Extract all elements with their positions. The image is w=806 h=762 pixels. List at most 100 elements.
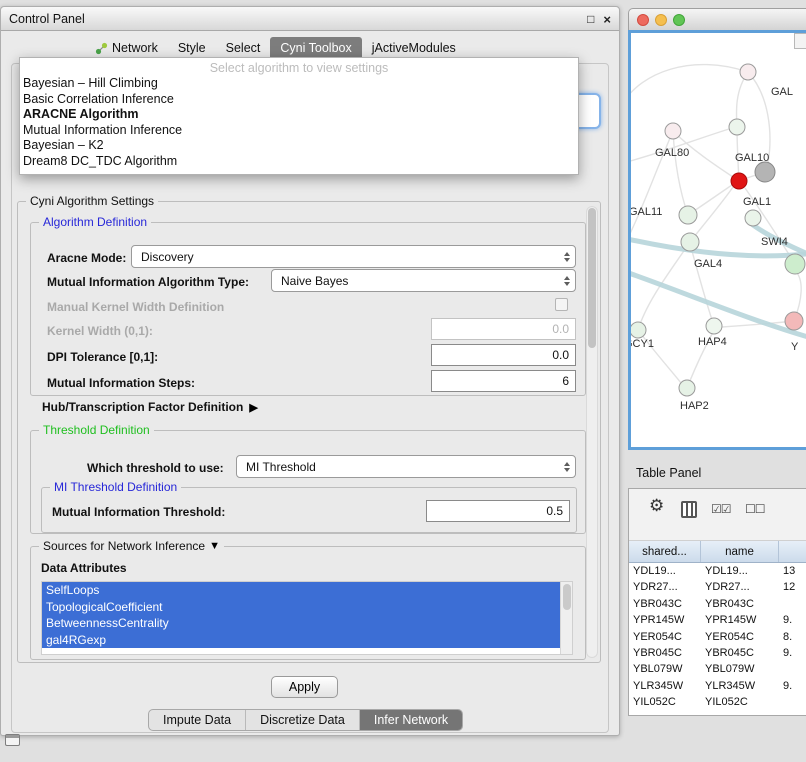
network-node-gal1[interactable]	[745, 210, 761, 226]
column-bar	[686, 503, 688, 516]
network-window-titlebar[interactable]	[628, 8, 806, 30]
column-bar	[691, 503, 693, 516]
close-icon[interactable]: ×	[603, 12, 611, 27]
network-node-gal4[interactable]	[681, 233, 699, 251]
stepper-up	[564, 276, 570, 280]
node-label: GAL	[771, 86, 793, 98]
collapsed-panel-icon[interactable]	[5, 734, 20, 746]
dpi-tolerance-field[interactable]: 0.0	[431, 344, 576, 366]
apply-button[interactable]: Apply	[271, 676, 338, 698]
table-cell: 9.	[779, 678, 806, 694]
kernel-width-field[interactable]: 0.0	[431, 318, 576, 340]
close-traffic-button[interactable]	[637, 14, 649, 26]
table-cell	[779, 694, 806, 710]
manual-kernel-checkbox[interactable]	[555, 298, 568, 311]
minimize-traffic-button[interactable]	[655, 14, 667, 26]
table-cell: 8.	[779, 629, 806, 645]
bottom-tab-discretize-data[interactable]: Discretize Data	[246, 710, 360, 730]
hub-section-toggle[interactable]: Hub/Transcription Factor Definition ▶	[42, 400, 258, 414]
mi-type-select[interactable]: Naive Bayes	[271, 269, 576, 292]
network-node-gcy1[interactable]	[631, 322, 646, 338]
algorithm-definition-title: Algorithm Definition	[39, 215, 151, 229]
attribute-item-selfloops[interactable]: SelfLoops	[42, 582, 560, 599]
minimize-icon[interactable]: □	[587, 12, 594, 26]
table-cell: YBR043C	[629, 596, 701, 612]
network-node[interactable]	[731, 173, 747, 189]
dpi-tolerance-label: DPI Tolerance [0,1]:	[47, 350, 158, 364]
table-cell: YBR045C	[701, 645, 779, 661]
network-node-gal11[interactable]	[679, 206, 697, 224]
algorithm-option-aracne-algorithm[interactable]: ARACNE Algorithm	[20, 107, 578, 123]
table-body: YDL19...YDL19...13YDR27...YDR27...12YBR0…	[629, 563, 806, 715]
mi-threshold-field[interactable]: 0.5	[426, 500, 570, 522]
node-label: GAL1	[743, 196, 771, 208]
table-cell: YER054C	[629, 629, 701, 645]
network-scrollbar-button[interactable]	[794, 33, 806, 49]
network-canvas[interactable]: GALGAL80GAL10GAL1GAL11SWI4GAL4GCY1HAP4YH…	[628, 30, 806, 450]
column-header-extra[interactable]	[779, 541, 806, 562]
algorithm-option-basic-correlation-inference[interactable]: Basic Correlation Inference	[20, 92, 578, 108]
control-panel-titlebar[interactable]: Control Panel □ ×	[1, 7, 619, 31]
stepper-up	[564, 462, 570, 466]
table-cell: YLR345W	[629, 678, 701, 694]
bottom-tab-infer-network[interactable]: Infer Network	[360, 710, 462, 730]
stepper-down	[564, 258, 570, 262]
table-cell: YPR145W	[701, 612, 779, 628]
algorithm-option-dream8-dc-tdc-algorithm[interactable]: Dream8 DC_TDC Algorithm	[20, 154, 578, 170]
mi-steps-field[interactable]: 6	[431, 370, 576, 392]
network-node-y[interactable]	[785, 312, 803, 330]
network-node-gal[interactable]	[740, 64, 756, 80]
table-row[interactable]: YBR043CYBR043C	[629, 596, 806, 612]
mi-type-value: Naive Bayes	[281, 274, 348, 288]
bottom-tab-bar: Impute DataDiscretize DataInfer Network	[148, 709, 463, 731]
network-node-hap4[interactable]	[706, 318, 722, 334]
network-node-swi4[interactable]	[785, 254, 805, 274]
table-cell: YBL079W	[701, 661, 779, 677]
network-node-gal10[interactable]	[729, 119, 745, 135]
network-node-hap2[interactable]	[679, 380, 695, 396]
table-row[interactable]: YLR345WYLR345W9.	[629, 678, 806, 694]
algorithm-option-bayesian-k2[interactable]: Bayesian – K2	[20, 138, 578, 154]
attribute-list-scrollbar[interactable]	[560, 582, 572, 654]
table-cell: YDR27...	[629, 579, 701, 595]
table-row[interactable]: YER054CYER054C8.	[629, 629, 806, 645]
deselect-columns-icon[interactable]: ☐☐	[745, 502, 765, 516]
columns-icon[interactable]	[681, 501, 697, 518]
table-row[interactable]: YDL19...YDL19...13	[629, 563, 806, 579]
table-toolbar: ⚙ ☑☑ ☐☐	[629, 489, 806, 541]
table-row[interactable]: YIL052CYIL052C	[629, 694, 806, 710]
table-row[interactable]: YPR145WYPR145W9.	[629, 612, 806, 628]
settings-scrollbar[interactable]	[586, 206, 598, 658]
algorithm-option-bayesian-hill-climbing[interactable]: Bayesian – Hill Climbing	[20, 76, 578, 92]
table-cell: YDL19...	[629, 563, 701, 579]
zoom-traffic-button[interactable]	[673, 14, 685, 26]
attribute-items: SelfLoopsTopologicalCoefficientBetweenne…	[42, 582, 572, 648]
attribute-item-gal4rgexp[interactable]: gal4RGexp	[42, 632, 560, 649]
attribute-item-topologicalcoefficient[interactable]: TopologicalCoefficient	[42, 599, 560, 616]
network-edge	[748, 72, 770, 163]
gear-icon[interactable]: ⚙	[649, 496, 664, 516]
table-row[interactable]: YBR045CYBR045C9.	[629, 645, 806, 661]
column-header-shared[interactable]: shared...	[629, 541, 701, 562]
scrollbar-thumb[interactable]	[588, 208, 596, 348]
attribute-item-betweennesscentrality[interactable]: BetweennessCentrality	[42, 615, 560, 632]
cyni-settings-title: Cyni Algorithm Settings	[26, 194, 158, 208]
bottom-tab-impute-data[interactable]: Impute Data	[149, 710, 246, 730]
network-node[interactable]	[755, 162, 775, 182]
aracne-mode-select[interactable]: Discovery	[131, 245, 576, 268]
stepper-down	[564, 468, 570, 472]
table-row[interactable]: YBL079WYBL079W	[629, 661, 806, 677]
sources-group-title[interactable]: Sources for Network Inference ▼	[39, 539, 224, 553]
combo-stepper-icon	[564, 252, 570, 262]
which-threshold-select[interactable]: MI Threshold	[236, 455, 576, 478]
column-header-name[interactable]: name	[701, 541, 779, 562]
network-node-gal80[interactable]	[665, 123, 681, 139]
select-columns-icon[interactable]: ☑☑	[711, 502, 731, 516]
node-label: GCY1	[631, 338, 654, 350]
node-label: Y	[791, 341, 799, 353]
threshold-definition-title: Threshold Definition	[39, 423, 154, 437]
scrollbar-thumb[interactable]	[563, 584, 571, 610]
table-row[interactable]: YDR27...YDR27...12	[629, 579, 806, 595]
algorithm-option-mutual-information-inference[interactable]: Mutual Information Inference	[20, 123, 578, 139]
table-cell: YPR145W	[629, 612, 701, 628]
